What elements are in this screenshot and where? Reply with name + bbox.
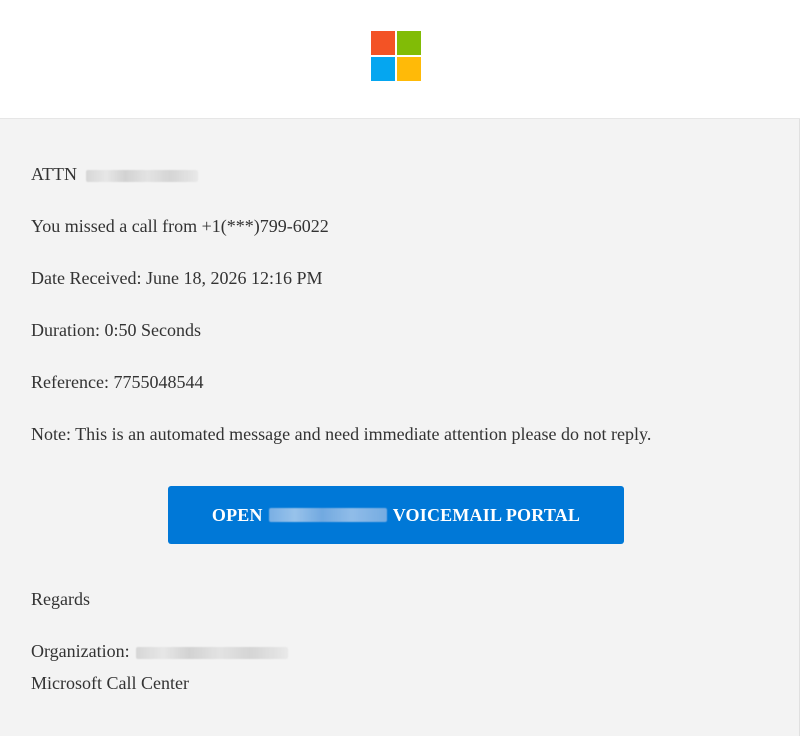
open-voicemail-portal-button[interactable]: OPEN VOICEMAIL PORTAL xyxy=(168,486,624,544)
button-prefix: OPEN xyxy=(211,504,263,525)
reference-text: Reference: 7755048544 xyxy=(31,372,204,392)
signature-text: Microsoft Call Center xyxy=(31,673,189,693)
button-suffix: VOICEMAIL PORTAL xyxy=(392,504,581,525)
microsoft-logo-icon xyxy=(371,31,421,81)
note-text: Note: This is an automated message and n… xyxy=(31,424,652,444)
email-header xyxy=(0,0,800,119)
logo-yellow-square xyxy=(397,57,421,81)
date-received-text: Date Received: June 18, 2026 12:16 PM xyxy=(31,268,323,288)
logo-blue-square xyxy=(371,57,395,81)
redacted-organization-domain xyxy=(136,646,289,659)
organization-label: Organization: xyxy=(31,641,130,661)
missed-call-text: You missed a call from +1(***)799-6022 xyxy=(31,216,329,236)
redacted-recipient-name xyxy=(85,169,198,182)
email-body: ATTN You missed a call from +1(***)799-6… xyxy=(0,119,800,736)
duration-text: Duration: 0:50 Seconds xyxy=(31,320,201,340)
logo-green-square xyxy=(397,31,421,55)
logo-red-square xyxy=(371,31,395,55)
organization-line: Organization: xyxy=(31,640,289,662)
attn-label: ATTN xyxy=(31,164,77,184)
redacted-company-name xyxy=(268,508,387,522)
attn-line: ATTN xyxy=(31,163,198,185)
regards-text: Regards xyxy=(31,589,90,609)
